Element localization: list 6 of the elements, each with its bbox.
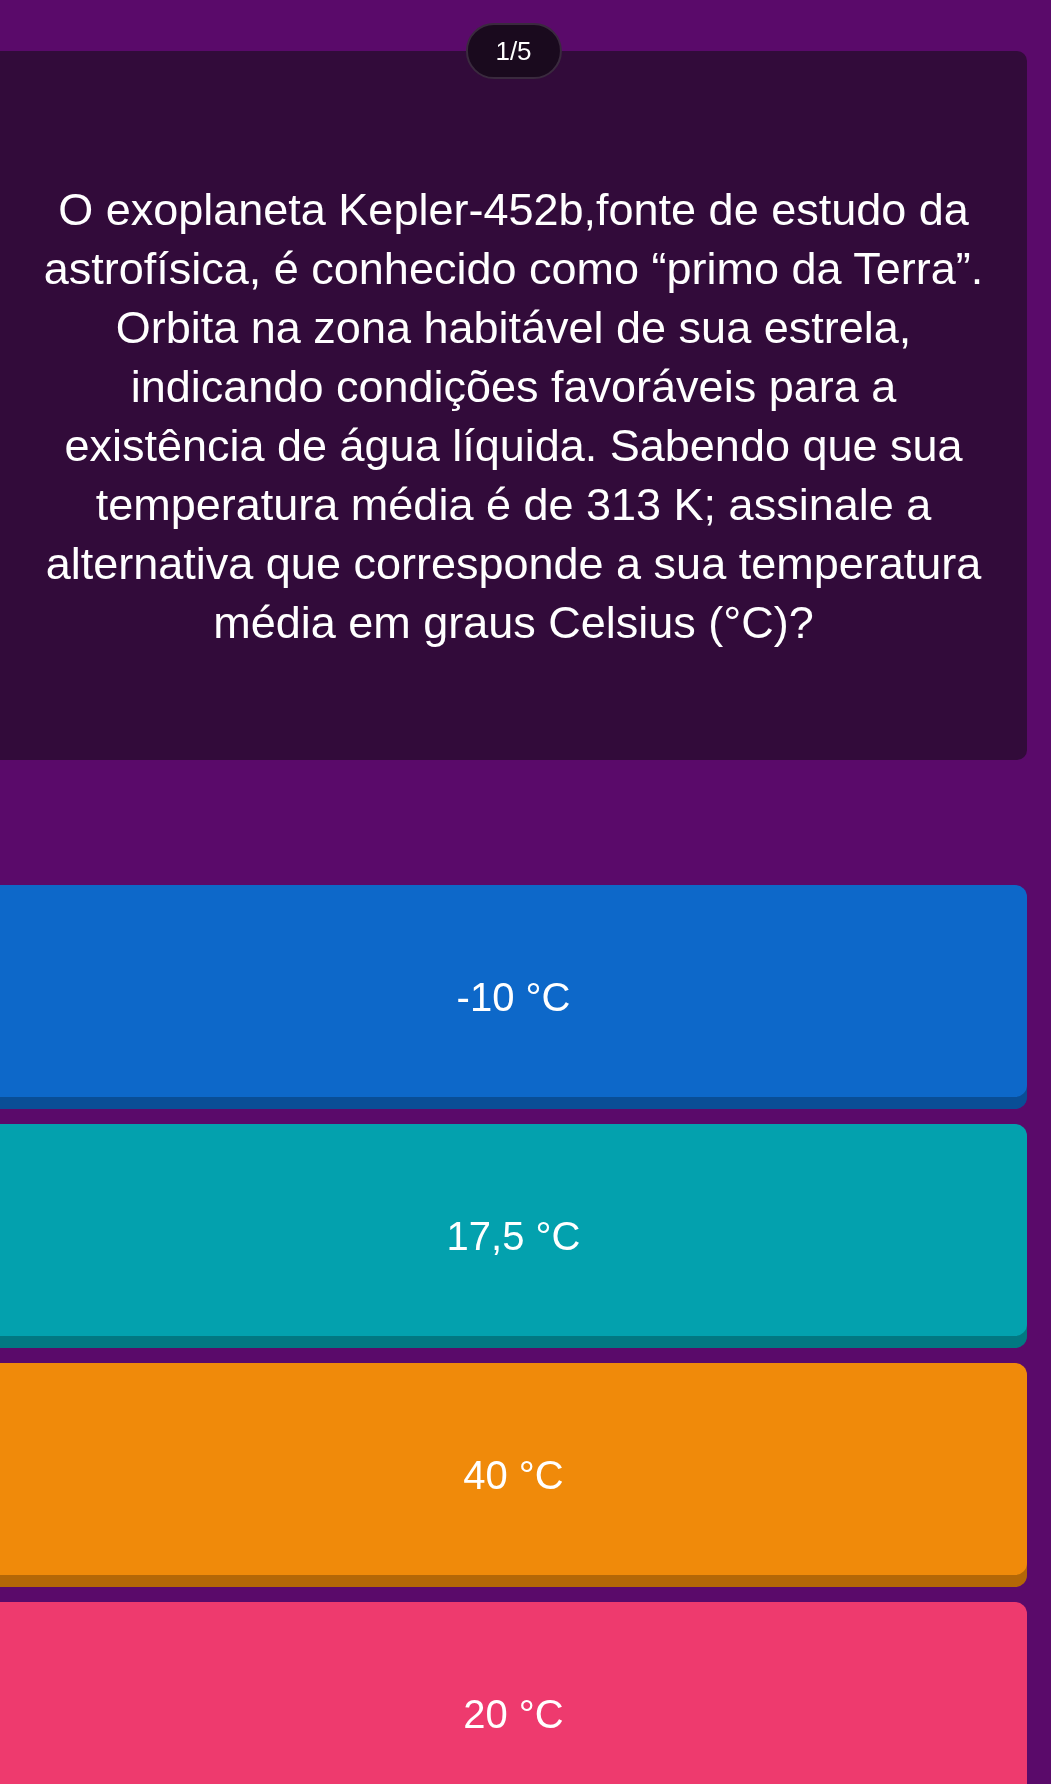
answer-button[interactable]: 40 °C	[0, 1363, 1027, 1587]
question-counter: 1/5	[465, 23, 562, 79]
answer-button[interactable]: 17,5 °C	[0, 1124, 1027, 1348]
answer-button[interactable]: -10 °C	[0, 885, 1027, 1109]
answer-button[interactable]: 20 °C	[0, 1602, 1027, 1784]
question-text: O exoplaneta Kepler-452b,fonte de estudo da astrofísica, é conhecido como “primo da Terra”. Orbita na zona habitável de sua estrela, indicando condições favoráveis para a existência de água líquida. Sabendo que sua temperatura média é de 313 K; assinale a alternativa que corresponde a sua temperatura média em graus Celsius (°C)?	[42, 182, 985, 650]
